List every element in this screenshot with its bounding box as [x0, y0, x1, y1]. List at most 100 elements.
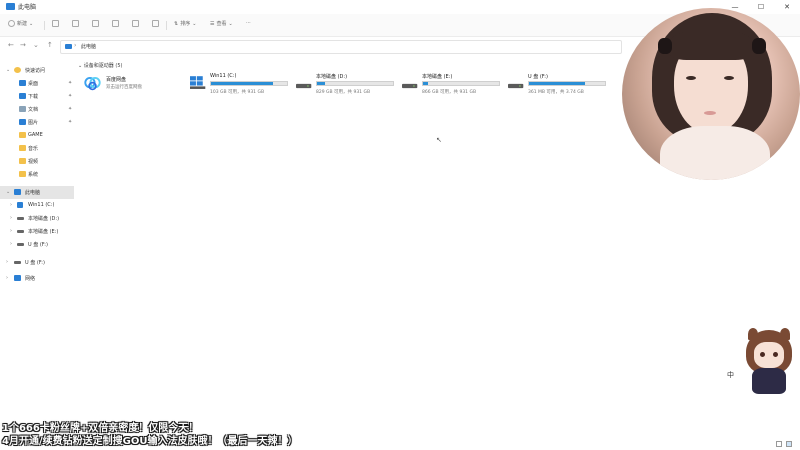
drive-usage-bar — [528, 81, 606, 86]
new-button[interactable]: 新建 ⌄ — [8, 20, 33, 27]
sidebar-label: 系统 — [28, 172, 39, 178]
sidebar-label: 快速访问 — [25, 68, 46, 74]
cut-button[interactable] — [52, 20, 59, 27]
tiles-view-button[interactable] — [786, 441, 792, 447]
this-pc-icon — [14, 189, 21, 195]
folder-icon — [19, 132, 26, 138]
pin-icon[interactable]: ✦ — [68, 106, 72, 112]
more-options-button[interactable]: ··· — [246, 20, 251, 26]
sidebar-label: U 盘 (F:) — [25, 260, 45, 266]
chevron-right-icon: › — [10, 228, 12, 234]
usb-drive-icon — [14, 261, 21, 264]
breadcrumb-this-pc[interactable]: 此电脑 — [81, 43, 96, 50]
star-icon — [14, 67, 21, 73]
copy-button[interactable] — [72, 20, 79, 27]
hair-bow-right — [752, 38, 766, 54]
address-input[interactable]: › 此电脑 — [60, 40, 622, 54]
up-button[interactable]: ↑ — [47, 41, 53, 49]
folder-icon — [19, 171, 26, 177]
view-icon: ☰ — [210, 20, 215, 27]
sidebar-item-drive-d[interactable]: › 本地磁盘 (D:) — [0, 212, 74, 225]
share-button[interactable] — [132, 20, 139, 27]
sidebar-item-drive-c[interactable]: › Win11 (C:) — [0, 199, 74, 212]
close-button[interactable]: ✕ — [774, 0, 800, 14]
drive-usage-bar — [422, 81, 500, 86]
chevron-down-icon: ⌄ — [192, 20, 197, 27]
sidebar-item-drive-f[interactable]: › U 盘 (F:) — [0, 238, 74, 251]
sidebar-item-drive-e[interactable]: › 本地磁盘 (E:) — [0, 225, 74, 238]
stream-promo-overlay: 1个666卡粉丝牌+双倍亲密度！仅限今天！ 4月开通/续费钻粉送定制搜GOU输入… — [2, 422, 297, 448]
chevron-right-icon: › — [10, 241, 12, 247]
sidebar-item-downloads[interactable]: 下载 ✦ — [0, 90, 74, 103]
view-label: 查看 — [216, 21, 227, 27]
details-view-button[interactable] — [776, 441, 782, 447]
sort-label: 排序 — [180, 21, 191, 27]
sidebar-label: 桌面 — [28, 81, 39, 87]
drive-f-tile[interactable]: U 盘 (F:) 361 MB 可用，共 3.74 GB — [508, 73, 608, 99]
sort-button[interactable]: ⇅ 排序 ⌄ — [174, 20, 197, 28]
windows-drive-icon — [190, 76, 206, 89]
baidu-netdisk-tile[interactable]: 百度网盘 双击运行百度网盘 — [84, 74, 174, 96]
pin-icon[interactable]: ✦ — [68, 119, 72, 125]
drive-space-detail: 103 GB 可用，共 931 GB — [210, 90, 265, 95]
drive-icon — [17, 230, 24, 233]
sidebar-item-removable-f[interactable]: › U 盘 (F:) — [0, 256, 74, 269]
mascot-eye-right — [773, 352, 778, 357]
sidebar-item-network[interactable]: › 网络 — [0, 272, 74, 285]
sidebar-label: 本地磁盘 (D:) — [28, 216, 60, 222]
drive-icon — [296, 83, 312, 89]
drive-icon — [17, 217, 24, 220]
sidebar-label: Win11 (C:) — [28, 202, 55, 208]
streamer-bangs — [670, 30, 752, 60]
sidebar-item-this-pc[interactable]: ⌄ 此电脑 — [0, 186, 74, 199]
trash-icon — [152, 20, 159, 27]
group-header-devices[interactable]: ⌄ 设备和驱动器 (5) — [78, 62, 122, 69]
sidebar-item-desktop[interactable]: 桌面 ✦ — [0, 77, 74, 90]
promo-line-2: 4月开通/续费钻粉送定制搜GOU输入法皮肤哦！（最后一天辣！） — [2, 436, 298, 447]
sort-icon: ⇅ — [174, 20, 179, 27]
sidebar-label: 本地磁盘 (E:) — [28, 229, 59, 235]
paste-button[interactable] — [92, 20, 99, 27]
drive-d-tile[interactable]: 本地磁盘 (D:) 829 GB 可用，共 931 GB — [296, 73, 396, 99]
forward-button[interactable]: → — [20, 41, 26, 49]
pin-icon[interactable]: ✦ — [68, 93, 72, 99]
divider — [166, 21, 167, 30]
sidebar-item-music[interactable]: 音乐 — [0, 142, 74, 155]
download-icon — [19, 93, 26, 99]
sidebar-quick-access[interactable]: ⌄ 快速访问 — [0, 64, 74, 77]
mascot-face — [754, 342, 784, 368]
sidebar-item-system[interactable]: 系统 — [0, 168, 74, 181]
pin-icon[interactable]: ✦ — [68, 80, 72, 86]
chevron-right-icon: › — [10, 202, 12, 208]
back-button[interactable]: ← — [8, 41, 14, 49]
drive-e-tile[interactable]: 本地磁盘 (E:) 866 GB 可用，共 931 GB — [402, 73, 502, 99]
maximize-button[interactable]: ☐ — [748, 0, 774, 14]
sidebar-item-documents[interactable]: 文档 ✦ — [0, 103, 74, 116]
drive-usage-fill — [529, 82, 586, 85]
drive-usage-fill — [317, 82, 326, 85]
promo-line-1: 1个666卡粉丝牌+双倍亲密度！仅限今天！ — [2, 423, 199, 434]
drive-usage-bar — [316, 81, 394, 86]
rename-icon — [112, 20, 119, 27]
sidebar-item-pictures[interactable]: 图片 ✦ — [0, 116, 74, 129]
windows-drive-icon — [17, 202, 23, 208]
sidebar-item-game[interactable]: GAME — [0, 129, 74, 142]
rename-button[interactable] — [112, 20, 119, 27]
content-pane: ⌄ 设备和驱动器 (5) 百度网盘 双击运行百度网盘 Win11 (C:) 10… — [78, 58, 638, 398]
chevron-down-icon: ⌄ — [6, 67, 11, 73]
drive-c-tile[interactable]: Win11 (C:) 103 GB 可用，共 931 GB — [190, 73, 290, 99]
sidebar-item-videos[interactable]: 视频 — [0, 155, 74, 168]
ime-indicator[interactable]: 中 — [727, 370, 734, 380]
sidebar-label: U 盘 (F:) — [28, 242, 48, 248]
drive-name: Win11 (C:) — [210, 73, 237, 79]
mascot-avatar — [738, 328, 800, 400]
drive-usage-fill — [423, 82, 429, 85]
delete-button[interactable] — [152, 20, 159, 27]
streamer-mouth — [704, 111, 716, 115]
plus-icon — [8, 20, 15, 27]
view-button[interactable]: ☰ 查看 ⌄ — [210, 20, 233, 28]
chevron-right-icon: › — [10, 215, 12, 221]
recent-locations-button[interactable]: ⌄ — [33, 41, 39, 49]
drive-name: 本地磁盘 (D:) — [316, 74, 348, 80]
drive-usage-fill — [211, 82, 274, 85]
